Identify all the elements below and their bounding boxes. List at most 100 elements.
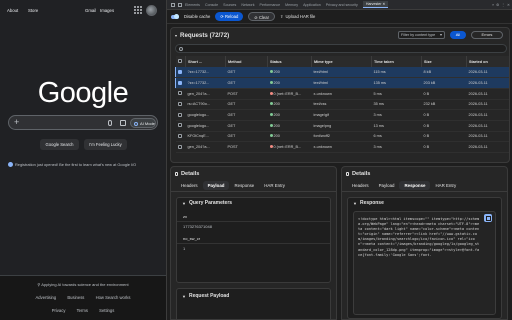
errors-filter-button[interactable]: Errors xyxy=(471,31,503,39)
tab-application[interactable]: Application xyxy=(303,3,321,7)
row-checkbox[interactable] xyxy=(177,91,182,96)
tab-response[interactable]: Response xyxy=(229,181,259,190)
row-checkbox[interactable] xyxy=(177,112,182,117)
tab-response[interactable]: Response xyxy=(399,181,431,190)
google-apps-icon[interactable] xyxy=(134,6,142,14)
row-select-cell xyxy=(175,67,186,79)
table-row[interactable]: googlelogo... GET 200 image/gif 3 ms 0 B 2026-… xyxy=(175,109,509,121)
more-tabs-icon[interactable]: » xyxy=(492,3,494,7)
feeling-lucky-button[interactable]: I'm Feeling Lucky xyxy=(84,139,127,150)
lens-icon[interactable] xyxy=(120,120,126,126)
request-method: GET xyxy=(225,131,268,143)
table-row[interactable]: googlelogo... GET 200 image/png 13 ms 0 B 2026… xyxy=(175,120,509,132)
request-time: 3 ms xyxy=(371,141,422,153)
request-time: 13 ms xyxy=(371,120,422,132)
microphone-icon[interactable] xyxy=(108,120,112,126)
google-search-button[interactable]: Google Search xyxy=(40,139,79,150)
select-all-checkbox[interactable] xyxy=(177,59,182,63)
harvester-toolbar: Disable cache ⟳ Reload ⊘ Clear ⇪ Upload H… xyxy=(167,10,512,24)
ai-mode-button[interactable]: AI Mode xyxy=(130,118,156,128)
request-name: KFOlCnqE... xyxy=(185,131,226,143)
table-row[interactable]: ?zx=17732... GET 200 text/html 115 ms 8 kB 202… xyxy=(175,67,509,79)
tab-headers[interactable]: Headers xyxy=(347,181,374,190)
reload-button[interactable]: ⟳ Reload xyxy=(215,12,244,21)
request-search-input[interactable] xyxy=(175,44,507,53)
privacy-link[interactable]: Privacy xyxy=(52,308,66,313)
settings-link[interactable]: Settings xyxy=(99,308,114,313)
close-icon[interactable]: ✕ xyxy=(507,3,510,7)
advertising-link[interactable]: Advertising xyxy=(36,295,57,300)
table-row[interactable]: gen_204?a... POST 0 (net::ERR_B... x-unknow… xyxy=(175,88,509,100)
device-toggle-icon[interactable] xyxy=(178,2,182,7)
status-text: 200 xyxy=(273,70,280,75)
tab-network[interactable]: Network xyxy=(241,3,254,7)
tab-console[interactable]: Console xyxy=(205,3,218,7)
tab-harvester[interactable]: Harvester ✕ xyxy=(362,1,389,8)
tab-performance[interactable]: Performance xyxy=(260,3,281,7)
tab-payload[interactable]: Payload xyxy=(202,181,230,190)
tab-har-entry[interactable]: HAR Entry xyxy=(259,181,290,190)
avatar[interactable] xyxy=(146,5,157,16)
row-checkbox[interactable] xyxy=(178,69,182,74)
param-value: 1 xyxy=(177,243,330,252)
row-checkbox[interactable] xyxy=(177,101,182,106)
table-row[interactable]: ?zx=17732... GET 200 text/html 135 ms 203 kB 2… xyxy=(175,77,509,89)
disable-cache-label: Disable cache xyxy=(184,14,211,19)
query-parameters-header[interactable]: ▼ Query Parameters xyxy=(177,198,330,208)
gmail-link[interactable]: Gmail xyxy=(85,8,96,13)
query-parameters-title: Query Parameters xyxy=(188,200,233,206)
search-box[interactable]: + AI Mode xyxy=(8,115,158,130)
promo-text[interactable]: Registration just opened! Be the first t… xyxy=(8,162,168,167)
row-select-cell xyxy=(175,120,186,132)
images-link[interactable]: Images xyxy=(100,8,114,13)
terms-link[interactable]: Terms xyxy=(77,308,88,313)
response-section: ▼ Response <!doctype html><html itemscope… xyxy=(347,197,502,319)
row-checkbox[interactable] xyxy=(177,123,182,128)
details-tabs: Headers Payload Response HAR Entry xyxy=(342,180,507,192)
how-search-works-link[interactable]: How Search works xyxy=(96,295,131,300)
all-filter-button[interactable]: All xyxy=(450,31,466,39)
column-header[interactable]: Method xyxy=(225,56,268,67)
column-header[interactable]: Time taken xyxy=(371,56,422,67)
request-name: ?zx=17732... xyxy=(185,77,226,89)
copy-icon[interactable] xyxy=(484,214,492,222)
column-header[interactable]: Size xyxy=(421,56,467,67)
about-link[interactable]: About xyxy=(7,8,18,13)
requests-collapse-icon[interactable]: ▾ xyxy=(175,33,177,38)
footer-note[interactable]: ⚲ Applying AI towards science and the en… xyxy=(0,282,166,287)
table-row[interactable]: gen_204?a... POST 0 (net::ERR_B... x-unknow… xyxy=(175,141,509,153)
column-header[interactable]: Started on xyxy=(466,56,509,67)
table-row[interactable]: rs=ACT90o... GET 200 text/css 35 ms 232 kB 202… xyxy=(175,99,509,111)
disable-cache-toggle[interactable] xyxy=(171,14,179,19)
response-body[interactable]: <!doctype html><html itemscope="" itemty… xyxy=(353,211,496,315)
tab-har-entry[interactable]: HAR Entry xyxy=(430,181,461,190)
table-row[interactable]: KFOlCnqE... GET 200 font/woff2 6 ms 0 B 2026-0… xyxy=(175,131,509,143)
row-checkbox[interactable] xyxy=(177,144,182,149)
tab-payload[interactable]: Payload xyxy=(374,181,400,190)
store-link[interactable]: Store xyxy=(28,8,38,13)
business-link[interactable]: Business xyxy=(67,295,84,300)
request-name: ?zx=17732... xyxy=(185,67,226,79)
column-header[interactable]: Status xyxy=(267,56,312,67)
request-payload-header[interactable]: ▼ Request Payload xyxy=(177,289,330,303)
tab-memory[interactable]: Memory xyxy=(285,3,298,7)
tab-elements[interactable]: Elements xyxy=(185,3,200,7)
plus-icon[interactable]: + xyxy=(14,117,19,127)
tab-sources[interactable]: Sources xyxy=(223,3,236,7)
column-header[interactable]: Short ... xyxy=(185,56,226,67)
row-checkbox[interactable] xyxy=(177,133,182,138)
column-header[interactable] xyxy=(175,56,186,67)
column-header[interactable]: Mime type xyxy=(311,56,372,67)
row-checkbox[interactable] xyxy=(178,80,182,85)
response-header[interactable]: ▼ Response xyxy=(348,198,501,208)
tab-headers[interactable]: Headers xyxy=(176,181,203,190)
clear-button[interactable]: ⊘ Clear xyxy=(248,12,275,21)
tab-privacy[interactable]: Privacy and security xyxy=(326,3,358,7)
more-options-icon[interactable]: ⋮ xyxy=(501,3,505,7)
upload-har-button[interactable]: ⇪ Upload HAR file xyxy=(280,14,315,19)
request-started: 2026-03-11 xyxy=(466,88,509,100)
inspect-icon[interactable] xyxy=(171,2,175,7)
settings-icon[interactable]: ⚙ xyxy=(496,3,499,7)
param-name: zx xyxy=(183,214,187,219)
content-type-filter[interactable]: Filter by content type xyxy=(398,31,445,39)
